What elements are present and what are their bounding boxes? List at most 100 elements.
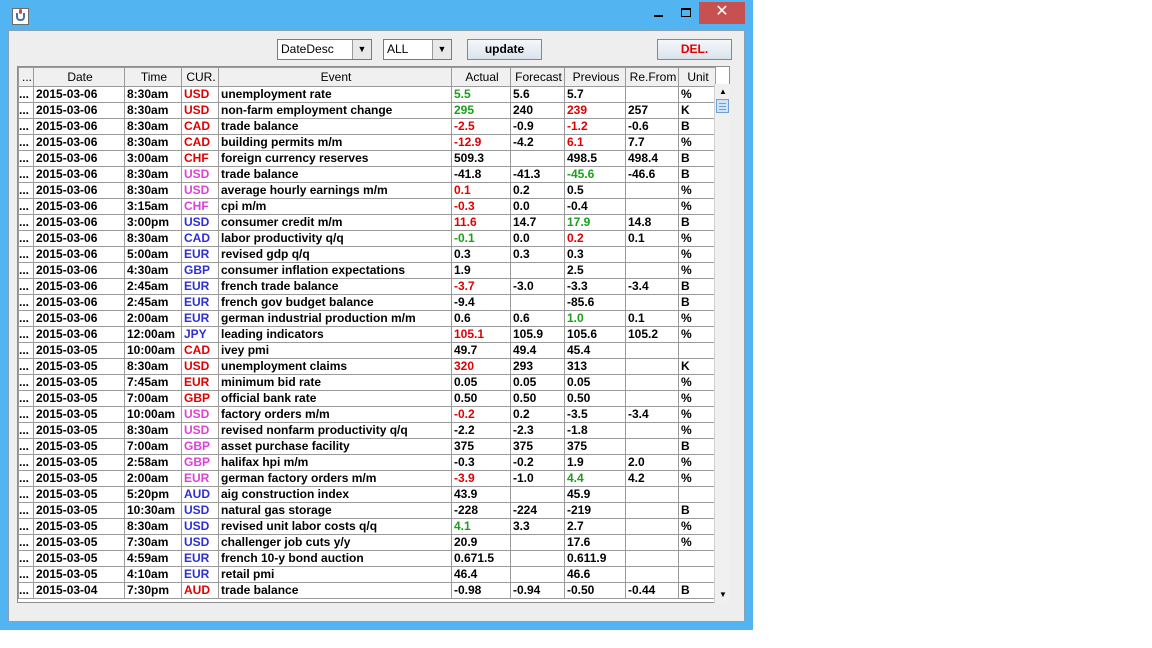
- table-row[interactable]: ... 2015-03-06 8:30am CAD labor productivity…: [18, 230, 716, 247]
- table-row[interactable]: ... 2015-03-05 4:10am EUR retail pmi 46.4 46.6: [18, 566, 716, 583]
- close-button[interactable]: ✕: [699, 2, 745, 24]
- column-header-unit[interactable]: Unit: [678, 67, 716, 87]
- time-cell: 3:00pm: [124, 214, 182, 231]
- table-row[interactable]: ... 2015-03-05 4:59am EUR french 10-y bond a…: [18, 550, 716, 567]
- table-row[interactable]: ... 2015-03-04 7:30pm AUD trade balance -0.98…: [18, 582, 716, 599]
- row-menu-cell[interactable]: ...: [18, 150, 34, 167]
- scroll-down-icon[interactable]: ▼: [715, 587, 731, 603]
- table-row[interactable]: ... 2015-03-05 5:20pm AUD aig construction i…: [18, 486, 716, 503]
- row-menu-cell[interactable]: ...: [18, 262, 34, 279]
- date-cell: 2015-03-05: [33, 390, 125, 407]
- row-menu-cell[interactable]: ...: [18, 214, 34, 231]
- row-menu-cell[interactable]: ...: [18, 342, 34, 359]
- row-menu-cell[interactable]: ...: [18, 518, 34, 535]
- table-row[interactable]: ... 2015-03-06 8:30am CAD trade balance -2.5-…: [18, 118, 716, 135]
- event-cell: natural gas storage: [218, 502, 452, 519]
- row-menu-cell[interactable]: ...: [18, 358, 34, 375]
- row-menu-cell[interactable]: ...: [18, 422, 34, 439]
- table-row[interactable]: ... 2015-03-05 10:30am USD natural gas stora…: [18, 502, 716, 519]
- table-row[interactable]: ... 2015-03-05 7:45am EUR minimum bid rate 0.…: [18, 374, 716, 391]
- table-row[interactable]: ... 2015-03-06 2:45am EUR french gov budget …: [18, 294, 716, 311]
- row-menu-cell[interactable]: ...: [18, 326, 34, 343]
- column-header-dots[interactable]: ...: [18, 67, 34, 87]
- row-menu-cell[interactable]: ...: [18, 454, 34, 471]
- sort-order-select[interactable]: DateDesc ▼: [277, 39, 372, 60]
- row-menu-cell[interactable]: ...: [18, 374, 34, 391]
- date-cell: 2015-03-05: [33, 454, 125, 471]
- row-menu-cell[interactable]: ...: [18, 198, 34, 215]
- row-menu-cell[interactable]: ...: [18, 470, 34, 487]
- table-row[interactable]: ... 2015-03-05 10:00am USD factory orders m/…: [18, 406, 716, 423]
- revised-from-cell: [625, 198, 679, 215]
- column-header-previous[interactable]: Previous: [564, 67, 626, 87]
- row-menu-cell[interactable]: ...: [18, 502, 34, 519]
- delete-button[interactable]: DEL.: [657, 39, 732, 60]
- table-row[interactable]: ... 2015-03-06 2:00am EUR german industrial …: [18, 310, 716, 327]
- row-menu-cell[interactable]: ...: [18, 486, 34, 503]
- event-cell: factory orders m/m: [218, 406, 452, 423]
- row-menu-cell[interactable]: ...: [18, 134, 34, 151]
- table-row[interactable]: ... 2015-03-06 8:30am USD trade balance -41.8…: [18, 166, 716, 183]
- maximize-button[interactable]: [673, 2, 699, 24]
- table-row[interactable]: ... 2015-03-06 8:30am USD average hourly ear…: [18, 182, 716, 199]
- row-menu-cell[interactable]: ...: [18, 278, 34, 295]
- table-row[interactable]: ... 2015-03-06 8:30am USD non-farm employmen…: [18, 102, 716, 119]
- event-cell: unemployment rate: [218, 86, 452, 103]
- vertical-scrollbar[interactable]: ▲ ▼: [714, 84, 730, 603]
- row-menu-cell[interactable]: ...: [18, 582, 34, 599]
- column-header-time[interactable]: Time: [124, 67, 182, 87]
- scroll-up-icon[interactable]: ▲: [715, 84, 731, 100]
- table-row[interactable]: ... 2015-03-06 8:30am USD unemployment rate 5…: [18, 86, 716, 103]
- table-row[interactable]: ... 2015-03-05 8:30am USD revised unit labor…: [18, 518, 716, 535]
- row-menu-cell[interactable]: ...: [18, 294, 34, 311]
- java-app-icon[interactable]: [12, 8, 29, 25]
- table-row[interactable]: ... 2015-03-05 2:00am EUR german factory ord…: [18, 470, 716, 487]
- row-menu-cell[interactable]: ...: [18, 246, 34, 263]
- table-row[interactable]: ... 2015-03-05 7:00am GBP official bank rate…: [18, 390, 716, 407]
- minimize-button[interactable]: [645, 2, 671, 24]
- table-row[interactable]: ... 2015-03-06 2:45am EUR french trade balan…: [18, 278, 716, 295]
- table-row[interactable]: ... 2015-03-05 8:30am USD revised nonfarm pr…: [18, 422, 716, 439]
- table-row[interactable]: ... 2015-03-05 2:58am GBP halifax hpi m/m -0.…: [18, 454, 716, 471]
- chevron-down-icon[interactable]: ▼: [432, 40, 451, 59]
- forecast-cell: 375: [510, 438, 565, 455]
- table-row[interactable]: ... 2015-03-06 3:00pm USD consumer credit m/…: [18, 214, 716, 231]
- column-header-revised-from[interactable]: Re.From: [625, 67, 679, 87]
- update-button[interactable]: update: [467, 39, 542, 60]
- table-row[interactable]: ... 2015-03-06 8:30am CAD building permits m…: [18, 134, 716, 151]
- row-menu-cell[interactable]: ...: [18, 550, 34, 567]
- scrollbar-thumb[interactable]: [716, 99, 729, 113]
- column-header-event[interactable]: Event: [218, 67, 452, 87]
- row-menu-cell[interactable]: ...: [18, 390, 34, 407]
- table-row[interactable]: ... 2015-03-06 12:00am JPY leading indicator…: [18, 326, 716, 343]
- table-row[interactable]: ... 2015-03-06 3:15am CHF cpi m/m -0.3 0.0 -0.4…: [18, 198, 716, 215]
- row-menu-cell[interactable]: ...: [18, 534, 34, 551]
- column-header-forecast[interactable]: Forecast: [510, 67, 565, 87]
- row-menu-cell[interactable]: ...: [18, 310, 34, 327]
- table-row[interactable]: ... 2015-03-05 8:30am USD unemployment claim…: [18, 358, 716, 375]
- row-menu-cell[interactable]: ...: [18, 86, 34, 103]
- column-header-currency[interactable]: CUR.: [181, 67, 219, 87]
- table-row[interactable]: ... 2015-03-05 7:30am USD challenger job cut…: [18, 534, 716, 551]
- previous-cell: 45.4: [564, 342, 626, 359]
- time-cell: 2:58am: [124, 454, 182, 471]
- row-menu-cell[interactable]: ...: [18, 102, 34, 119]
- column-header-actual[interactable]: Actual: [451, 67, 511, 87]
- row-menu-cell[interactable]: ...: [18, 566, 34, 583]
- row-menu-cell[interactable]: ...: [18, 438, 34, 455]
- table-row[interactable]: ... 2015-03-05 10:00am CAD ivey pmi 49.7 49.4 4…: [18, 342, 716, 359]
- table-row[interactable]: ... 2015-03-06 4:30am GBP consumer inflation…: [18, 262, 716, 279]
- row-menu-cell[interactable]: ...: [18, 406, 34, 423]
- table-row[interactable]: ... 2015-03-05 7:00am GBP asset purchase fac…: [18, 438, 716, 455]
- table-row[interactable]: ... 2015-03-06 3:00am CHF foreign currency r…: [18, 150, 716, 167]
- time-cell: 8:30am: [124, 422, 182, 439]
- table-row[interactable]: ... 2015-03-06 5:00am EUR revised gdp q/q 0.3…: [18, 246, 716, 263]
- chevron-down-icon[interactable]: ▼: [352, 40, 371, 59]
- row-menu-cell[interactable]: ...: [18, 230, 34, 247]
- title-bar[interactable]: ✕: [0, 0, 753, 30]
- row-menu-cell[interactable]: ...: [18, 182, 34, 199]
- column-header-date[interactable]: Date: [33, 67, 125, 87]
- currency-filter-select[interactable]: ALL ▼: [383, 39, 452, 60]
- row-menu-cell[interactable]: ...: [18, 166, 34, 183]
- row-menu-cell[interactable]: ...: [18, 118, 34, 135]
